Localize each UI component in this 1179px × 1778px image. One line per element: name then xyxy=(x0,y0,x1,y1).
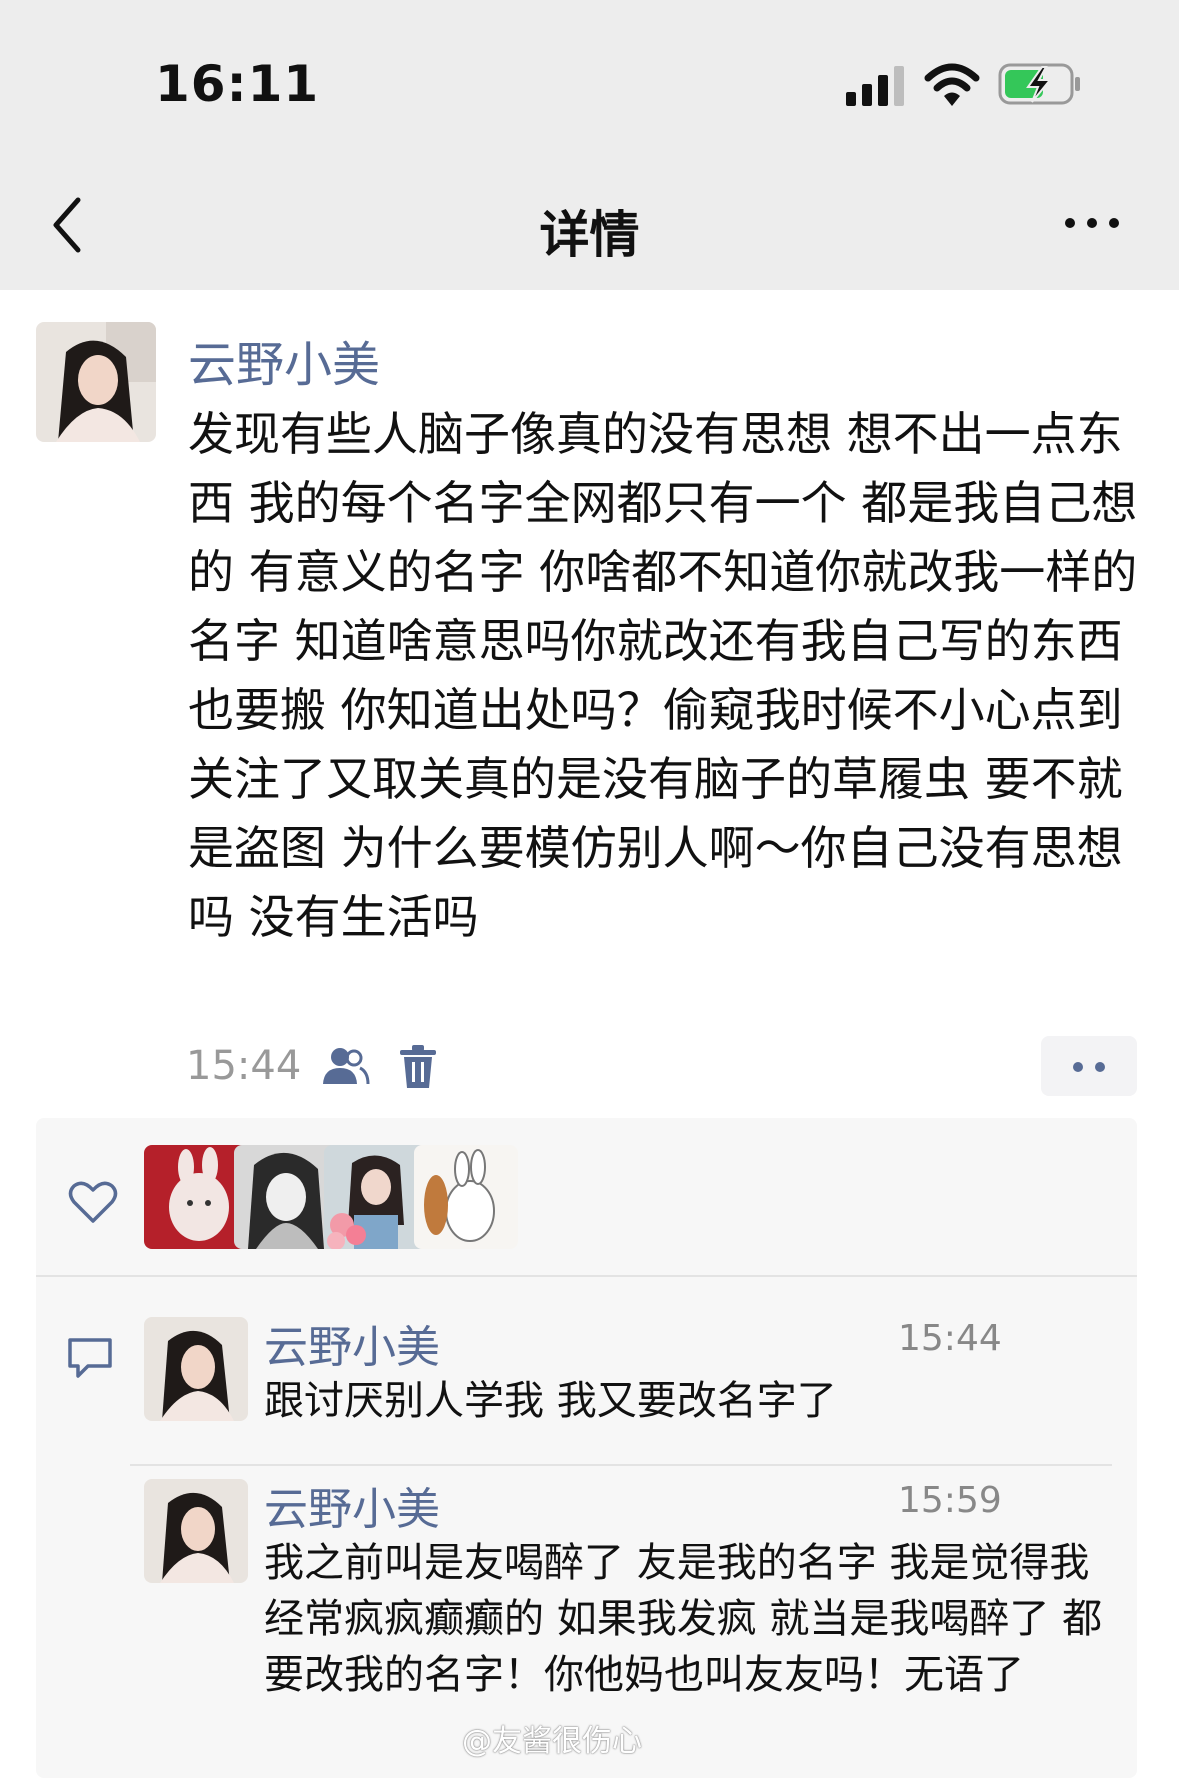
like-avatar[interactable] xyxy=(234,1145,338,1249)
watermark-text: @友酱很伤心 xyxy=(462,1724,642,1759)
battery-icon xyxy=(998,63,1080,105)
like-avatar[interactable] xyxy=(144,1145,248,1249)
comment-text: 跟讨厌别人学我 我又要改名字了 xyxy=(264,1378,837,1424)
like-avatar[interactable] xyxy=(414,1145,518,1249)
divider xyxy=(36,1275,1137,1277)
post-author-name[interactable]: 云野小美 xyxy=(188,325,380,395)
interaction-panel: 云野小美 15:44 跟讨厌别人学我 我又要改名字了 云野小美 15:59 我之… xyxy=(36,1118,1137,1778)
comment-avatar[interactable] xyxy=(144,1317,248,1421)
comment-author-name[interactable]: 云野小美 xyxy=(264,1473,440,1537)
post-body-text: 发现有些人脑子像真的没有思想 想不出一点东西 我的每个名字全网都只有一个 都是我… xyxy=(188,407,1138,944)
comment-time: 15:44 xyxy=(898,1318,1002,1359)
page-title: 详情 xyxy=(539,206,640,264)
heart-icon[interactable] xyxy=(68,1180,118,1224)
comment-divider xyxy=(130,1464,1112,1466)
comment-avatar[interactable] xyxy=(144,1479,248,1583)
comment-text: 我之前叫是友喝醉了 友是我的名字 我是觉得我经常疯疯癫癫的 如果我发疯 就当是我… xyxy=(264,1540,1103,1698)
comment-author-name[interactable]: 云野小美 xyxy=(264,1311,440,1375)
post-author-avatar[interactable] xyxy=(36,322,156,442)
more-icon[interactable] xyxy=(1062,208,1122,238)
post-action-button[interactable] xyxy=(1041,1036,1137,1096)
comment-icon[interactable] xyxy=(66,1336,114,1380)
signal-icon xyxy=(846,66,904,106)
post-time: 15:44 xyxy=(186,1043,302,1089)
comment-time: 15:59 xyxy=(898,1480,1002,1521)
delete-icon[interactable] xyxy=(398,1044,438,1090)
status-time: 16:11 xyxy=(155,55,320,113)
friends-icon[interactable] xyxy=(320,1046,370,1086)
wifi-icon xyxy=(924,63,980,106)
like-avatar[interactable] xyxy=(324,1145,428,1249)
top-bar: 16:11 详情 xyxy=(0,0,1179,290)
